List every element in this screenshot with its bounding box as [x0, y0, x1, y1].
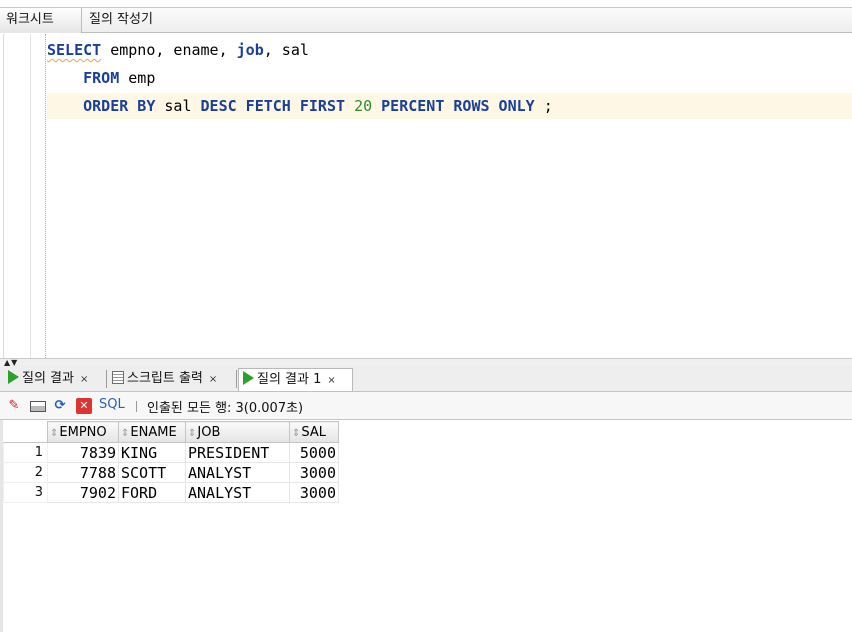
refresh-icon[interactable]: ⟳ [52, 398, 68, 414]
code-text: empno, ename, [101, 41, 237, 59]
script-output-icon [112, 371, 124, 384]
cell-job[interactable]: ANALYST [185, 462, 290, 483]
tab-separator [236, 370, 237, 388]
cell-empno[interactable]: 7839 [47, 442, 119, 463]
fetch-status: 인출된 모든 행: 3(0.007초) [147, 401, 304, 416]
tab-label: 스크립트 출력 [127, 371, 203, 386]
keyword-desc-fetch-first: DESC FETCH FIRST [200, 97, 346, 115]
column-label: EMPNO [59, 424, 107, 440]
cell-sal[interactable]: 3000 [289, 462, 339, 483]
pin-icon[interactable]: ✎ [6, 398, 22, 414]
editor-tab-bar: 워크시트 질의 작성기 [0, 7, 852, 33]
tab-worksheet[interactable]: 워크시트 [0, 8, 82, 33]
keyword-from: FROM [83, 69, 120, 87]
result-grid: ⇕EMPNO ⇕ENAME ⇕JOB ⇕SAL 1 7839 KING PRES… [3, 421, 339, 503]
sort-icon[interactable]: ⇕ [50, 428, 58, 439]
tab-query-result-1[interactable]: 질의 결과 1 × [238, 368, 353, 391]
tab-label: 질의 결과 [22, 371, 74, 386]
editor-margin-line [45, 34, 46, 358]
pane-splitter[interactable]: ▲▼ [0, 358, 852, 367]
result-tab-bar: 질의 결과 × 스크립트 출력 × 질의 결과 1 × [0, 366, 852, 392]
cell-empno[interactable]: 7902 [47, 482, 119, 503]
run-result-icon [8, 370, 19, 384]
table-row[interactable]: 1 7839 KING PRESIDENT 5000 [3, 442, 339, 463]
keyword-percent-rows-only: PERCENT ROWS ONLY [381, 97, 535, 115]
cell-sal[interactable]: 5000 [289, 442, 339, 463]
tab-separator [106, 370, 107, 388]
tab-query-result[interactable]: 질의 결과 × [4, 368, 88, 391]
column-header-sal[interactable]: ⇕SAL [289, 421, 339, 443]
keyword-select: SELECT [47, 41, 102, 59]
column-label: ENAME [130, 424, 177, 440]
cell-empno[interactable]: 7788 [47, 462, 119, 483]
result-toolbar: ✎ ⟳ ✕ SQL 인출된 모든 행: 3(0.007초) [0, 392, 852, 420]
row-number: 3 [3, 482, 48, 503]
cell-job[interactable]: PRESIDENT [185, 442, 290, 463]
keyword-job: job [236, 41, 264, 59]
table-row[interactable]: 2 7788 SCOTT ANALYST 3000 [3, 462, 339, 483]
column-header-ename[interactable]: ⇕ENAME [118, 421, 186, 443]
tab-label: 질의 결과 1 [257, 372, 322, 387]
cell-ename[interactable]: FORD [118, 482, 186, 503]
column-header-job[interactable]: ⇕JOB [185, 421, 290, 443]
sort-icon[interactable]: ⇕ [121, 428, 129, 439]
close-icon[interactable]: × [327, 375, 335, 386]
run-result-icon [243, 371, 254, 385]
row-number-header [3, 421, 48, 443]
sort-icon[interactable]: ⇕ [188, 428, 196, 439]
close-icon[interactable]: × [80, 374, 88, 385]
cell-job[interactable]: ANALYST [185, 482, 290, 503]
code-line-2[interactable]: FROM emp [47, 65, 155, 91]
cell-ename[interactable]: KING [118, 442, 186, 463]
number-literal: 20 [354, 97, 373, 115]
code-line-1[interactable]: SELECT empno, ename, job, sal [47, 37, 309, 63]
close-icon[interactable]: × [209, 374, 217, 385]
cell-ename[interactable]: SCOTT [118, 462, 186, 483]
column-header-empno[interactable]: ⇕EMPNO [47, 421, 119, 443]
row-number: 1 [3, 442, 48, 463]
grid-header-row: ⇕EMPNO ⇕ENAME ⇕JOB ⇕SAL [3, 421, 339, 443]
tab-query-builder[interactable]: 질의 작성기 [83, 8, 159, 33]
cell-sal[interactable]: 3000 [289, 482, 339, 503]
sort-icon[interactable]: ⇕ [292, 428, 300, 439]
code-text: emp [119, 69, 156, 87]
cancel-query-icon[interactable]: ✕ [76, 398, 92, 414]
sql-link[interactable]: SQL [99, 397, 125, 412]
tab-script-output[interactable]: 스크립트 출력 × [108, 368, 217, 391]
code-text: , sal [263, 41, 309, 59]
column-label: JOB [197, 424, 221, 440]
code-text: ; [534, 97, 553, 115]
code-text: sal [155, 97, 201, 115]
sql-editor[interactable]: SELECT empno, ename, job, sal FROM emp O… [0, 34, 852, 358]
print-icon[interactable] [30, 401, 46, 412]
row-number: 2 [3, 462, 48, 483]
column-label: SAL [301, 424, 327, 440]
table-row[interactable]: 3 7902 FORD ANALYST 3000 [3, 482, 339, 503]
keyword-order-by: ORDER BY [83, 97, 156, 115]
editor-gutter [30, 34, 31, 358]
code-line-3-current[interactable]: ORDER BY sal DESC FETCH FIRST 20 PERCENT… [47, 93, 852, 119]
toolbar-divider [136, 401, 137, 412]
editor-left-edge [3, 34, 4, 358]
